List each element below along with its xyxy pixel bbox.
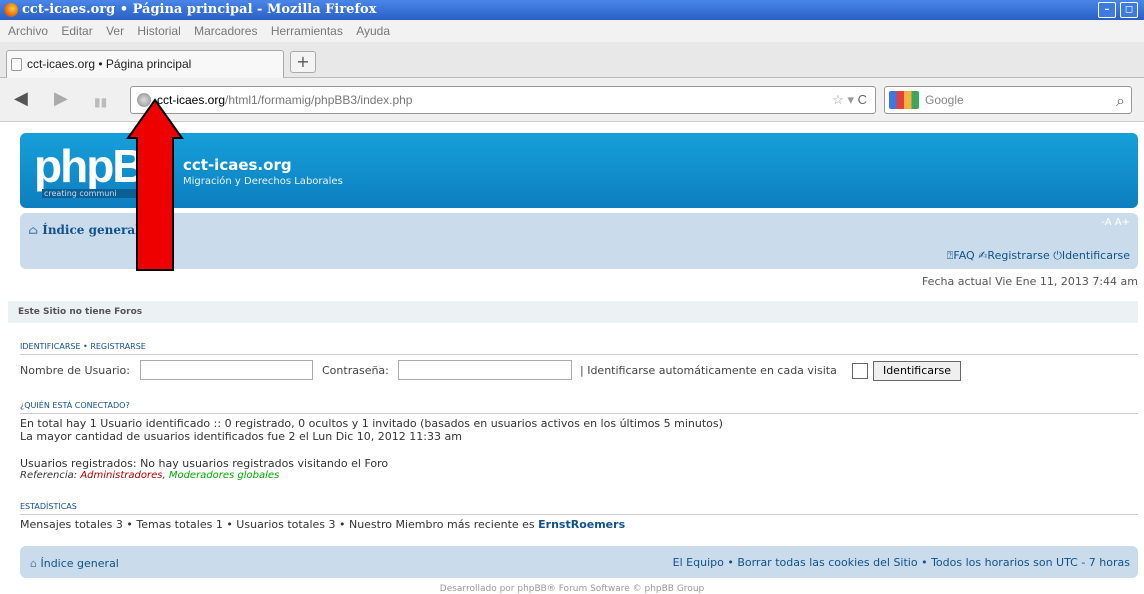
footer-panel: ⌂ Índice general El Equipo • Borrar toda… [20, 546, 1138, 578]
legend: Referencia: Administradores, Moderadores… [20, 470, 279, 481]
phpbb-logo[interactable]: phpB [34, 139, 146, 193]
reload-icon[interactable]: C [858, 92, 867, 107]
tab-label: cct-icaes.org • Página principal [27, 57, 192, 71]
record-users: La mayor cantidad de usuarios identifica… [20, 430, 462, 443]
dropdown-icon[interactable]: ▾ [847, 92, 854, 107]
minimize-button[interactable]: – [1098, 2, 1116, 18]
auto-login-label: | Identificarse automáticamente en cada … [580, 364, 837, 377]
menu-bar: Archivo Editar Ver Historial Marcadores … [0, 20, 1144, 42]
url-path: /html1/formamig/phpBB3/index.php [225, 93, 413, 107]
index-link[interactable]: ⌂ Índice general [28, 223, 140, 237]
newest-member-link[interactable]: ErnstRoemers [538, 518, 625, 531]
bookmark-star-icon[interactable]: ☆ [832, 92, 844, 107]
signal-icon: ▮▮ [94, 95, 108, 109]
navigation-bar: ◀ ▶ ▮▮ cct-icaes.org/html1/formamig/phpB… [0, 78, 1144, 122]
password-label: Contraseña: [322, 364, 389, 377]
site-description: Migración y Derechos Laborales [183, 176, 343, 187]
menu-ayuda[interactable]: Ayuda [356, 24, 390, 38]
divider [20, 514, 1138, 515]
menu-editar[interactable]: Editar [61, 24, 92, 38]
footer-links[interactable]: El Equipo • Borrar todas las cookies del… [673, 556, 1130, 569]
search-icon[interactable]: ⌕ [1116, 89, 1125, 115]
footer-index-link[interactable]: ⌂ Índice general [30, 557, 119, 570]
address-bar[interactable]: cct-icaes.org/html1/formamig/phpBB3/inde… [130, 86, 876, 114]
google-icon[interactable] [889, 91, 919, 109]
font-size-toggle[interactable]: -A A+ [1101, 217, 1130, 228]
firefox-icon [4, 3, 18, 17]
search-bar[interactable]: Google ⌕ [884, 86, 1132, 114]
search-placeholder: Google [925, 93, 964, 107]
window-title-bar: cct-icaes.org • Página principal - Mozil… [0, 0, 1144, 20]
page-icon [11, 58, 22, 71]
url-domain: cct-icaes.org [157, 93, 226, 107]
login-link[interactable]: Identificarse [1062, 249, 1130, 262]
powered-by: Desarrollado por phpBB® Forum Software ©… [439, 584, 705, 594]
admins-link[interactable]: Administradores [80, 470, 162, 481]
auto-login-checkbox[interactable] [852, 363, 868, 379]
menu-historial[interactable]: Historial [137, 24, 180, 38]
online-summary: En total hay 1 Usuario identificado :: 0… [20, 417, 723, 430]
top-links: ⍰FAQ ✍Registrarse ⏻Identificarse [947, 249, 1130, 263]
menu-marcadores[interactable]: Marcadores [194, 24, 257, 38]
footer-index-label: Índice general [40, 557, 119, 570]
mods-link[interactable]: Moderadores globales [169, 470, 279, 481]
username-label: Nombre de Usuario: [20, 364, 130, 377]
maximize-button[interactable]: ◻ [1120, 2, 1138, 18]
divider [20, 413, 1138, 414]
stats-line: Mensajes totales 3 • Temas totales 1 • U… [20, 518, 625, 531]
stats-section-header: ESTADÍSTICAS [20, 502, 77, 511]
menu-ver[interactable]: Ver [106, 24, 124, 38]
stats-text: Mensajes totales 3 • Temas totales 1 • U… [20, 518, 539, 531]
password-input[interactable] [398, 360, 572, 380]
index-link-label: Índice general [42, 223, 140, 237]
home-icon: ⌂ [28, 223, 43, 237]
site-header: phpB creating communi cct-icaes.org Migr… [20, 133, 1138, 208]
new-tab-button[interactable]: + [290, 51, 316, 73]
registered-users: Usuarios registrados: No hay usuarios re… [20, 457, 389, 470]
window-title: cct-icaes.org • Página principal - Mozil… [22, 2, 377, 17]
menu-herramientas[interactable]: Herramientas [271, 24, 343, 38]
login-section-header[interactable]: IDENTIFICARSE • REGISTRARSE [20, 342, 146, 351]
menu-archivo[interactable]: Archivo [8, 24, 48, 38]
url-actions: ☆ ▾ C [832, 87, 867, 113]
login-icon: ⏻ [1053, 249, 1062, 262]
username-input[interactable] [140, 360, 313, 380]
globe-icon [137, 93, 151, 107]
no-forums-notice: Este Sitio no tiene Foros [8, 301, 1138, 323]
faq-link[interactable]: FAQ [953, 249, 974, 262]
back-button[interactable]: ◀ [14, 90, 28, 108]
legend-prefix: Referencia: [20, 470, 81, 481]
register-link[interactable]: Registrarse [987, 249, 1049, 262]
login-button[interactable]: Identificarse [873, 361, 961, 381]
tab-bar: cct-icaes.org • Página principal + [0, 42, 1144, 78]
site-title: cct-icaes.org [183, 156, 292, 174]
current-date: Fecha actual Vie Ene 11, 2013 7:44 am [921, 275, 1138, 288]
home-icon: ⌂ [30, 557, 41, 570]
online-section-header: ¿QUIÉN ESTÁ CONECTADO? [20, 401, 130, 410]
logo-subtitle: creating communi [42, 189, 154, 198]
tab-current[interactable]: cct-icaes.org • Página principal [6, 50, 284, 78]
divider [20, 354, 1138, 355]
forward-button[interactable]: ▶ [54, 90, 68, 108]
nav-panel: ⌂ Índice general -A A+ ⍰FAQ ✍Registrarse… [20, 213, 1138, 269]
